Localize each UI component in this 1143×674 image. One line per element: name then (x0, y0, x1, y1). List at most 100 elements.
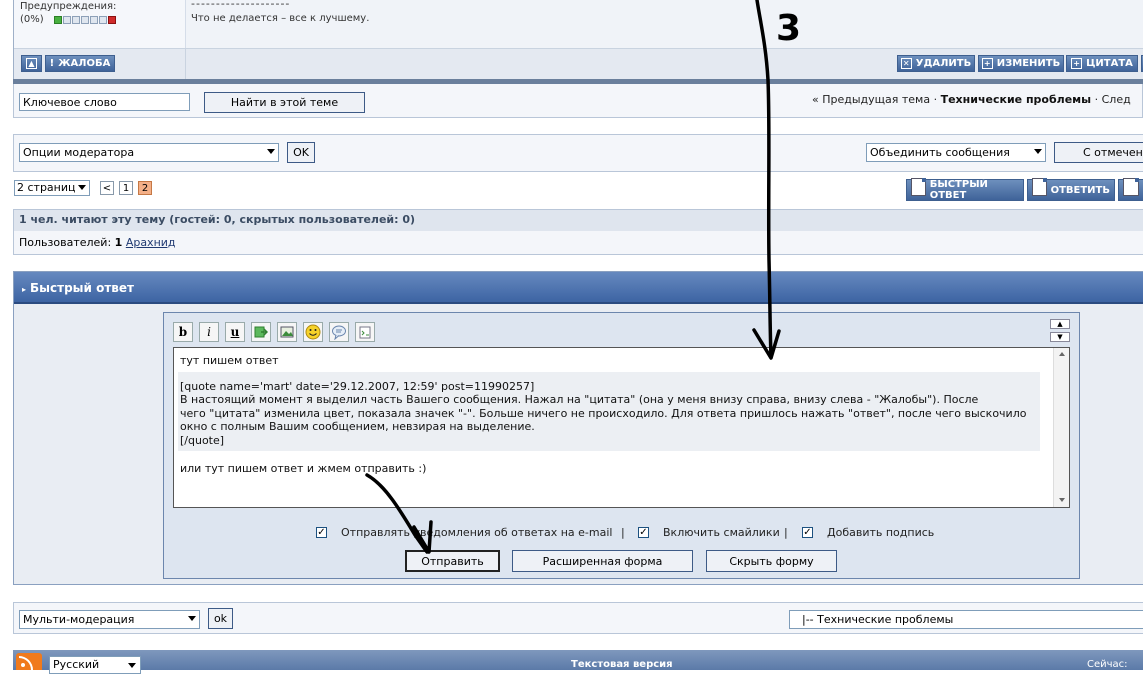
chevron-right-icon: ▸ (22, 285, 27, 294)
hide-form-button[interactable]: Скрыть форму (706, 550, 837, 572)
bold-button[interactable]: b (173, 322, 193, 342)
merge-posts-value: Объединить сообщения (870, 146, 1010, 159)
insert-image-button[interactable] (277, 322, 297, 342)
plus-icon: + (981, 58, 993, 69)
user-link[interactable]: Арахнид (126, 236, 176, 249)
warning-box (99, 16, 107, 24)
chevron-down-icon (267, 149, 275, 154)
find-in-topic-button[interactable]: Найти в этой теме (204, 92, 365, 113)
close-icon: ✕ (900, 58, 912, 69)
next-topic-link[interactable]: След (1102, 93, 1131, 106)
language-select[interactable]: Русский (49, 656, 141, 674)
warnings-percent: (0%) (20, 14, 44, 25)
enable-smilies-checkbox[interactable]: ✓ (638, 527, 649, 538)
keyword-input[interactable] (19, 93, 190, 111)
link-icon (254, 326, 268, 338)
pages-select-value: 2 страниц (17, 181, 76, 194)
merge-posts-select[interactable]: Объединить сообщения (866, 143, 1046, 162)
text-line: В настоящий момент я выделил часть Вашег… (180, 393, 979, 406)
delete-button[interactable]: ✕ УДАЛИТЬ (897, 55, 975, 72)
scroll-top-button[interactable]: ▲ (21, 55, 42, 72)
marked-button[interactable]: С отмечен (1054, 142, 1143, 163)
nav-separator: · (930, 93, 941, 106)
multi-moderation-ok-button[interactable]: ok (208, 608, 233, 629)
moderator-options-select[interactable]: Опции модератора (19, 143, 279, 162)
add-signature-label: Добавить подпись (827, 526, 935, 539)
pages-select[interactable]: 2 страниц (14, 180, 90, 196)
multi-moderation-value: Мульти-модерация (23, 613, 135, 626)
chevron-down-icon: ▼ (1057, 333, 1063, 341)
quick-reply-label: БЫСТРЫЙ ОТВЕТ (929, 179, 988, 201)
add-signature-checkbox[interactable]: ✓ (802, 527, 813, 538)
chevron-down-icon (1034, 149, 1042, 154)
document-icon (1032, 178, 1047, 196)
warning-box (90, 16, 98, 24)
active-readers-body: Пользователей: 1 Арахнид (13, 231, 1143, 255)
warning-level-bar (54, 16, 116, 24)
rss-icon[interactable] (16, 653, 42, 670)
complain-label: ЖАЛОБА (58, 58, 111, 69)
language-value: Русский (53, 658, 100, 671)
chevron-up-icon: ▲ (1057, 320, 1063, 328)
underline-button[interactable]: u (225, 322, 245, 342)
quote-button[interactable]: + ЦИТАТА (1066, 55, 1138, 72)
text-line: чего "цитата" изменила цвет, показала зн… (180, 407, 1027, 420)
shrink-editor-button[interactable]: ▼ (1050, 332, 1070, 342)
email-notify-label: Отправлять уведомления об ответах на e-m… (341, 526, 613, 539)
signature-text: Что не делается – все к лучшему. (191, 13, 370, 24)
reply-textarea[interactable]: тут пишем ответ [quote name='mart' date=… (173, 347, 1070, 508)
advanced-form-button[interactable]: Расширенная форма (512, 550, 693, 572)
scroll-up-icon[interactable] (1059, 352, 1065, 356)
moderator-ok-button[interactable]: OK (287, 142, 315, 163)
chevron-down-icon (128, 663, 136, 668)
plus-icon: + (1071, 58, 1083, 69)
speech-bubble-icon (332, 325, 346, 340)
email-notify-checkbox[interactable]: ✓ (316, 527, 327, 538)
smiley-icon (305, 324, 321, 340)
document-icon (911, 178, 926, 196)
options-separator: | (784, 526, 788, 539)
options-separator: | (621, 526, 625, 539)
multi-moderation-select[interactable]: Мульти-модерация (19, 610, 200, 629)
current-forum-link[interactable]: Технические проблемы (941, 93, 1092, 106)
edit-button[interactable]: + ИЗМЕНИТЬ (978, 55, 1064, 72)
text-version-link[interactable]: Текстовая версия (571, 659, 673, 670)
topic-navigation: « Предыдущая тема · Технические проблемы… (812, 93, 1131, 106)
chevron-down-icon (188, 616, 196, 621)
moderator-options-value: Опции модератора (23, 146, 135, 159)
insert-quote-button[interactable] (329, 322, 349, 342)
insert-smiley-button[interactable] (303, 322, 323, 342)
insert-link-button[interactable] (251, 322, 271, 342)
edit-label: ИЗМЕНИТЬ (996, 58, 1061, 69)
text-line: [quote name='mart' date='29.12.2007, 12:… (180, 380, 535, 393)
code-icon (359, 326, 371, 339)
users-count: 1 (114, 236, 123, 249)
insert-code-button[interactable] (355, 322, 375, 342)
warning-box (54, 16, 62, 24)
complain-button[interactable]: ! ЖАЛОБА (45, 55, 115, 72)
quick-reply-button[interactable]: БЫСТРЫЙ ОТВЕТ (906, 178, 1024, 201)
italic-button[interactable]: i (199, 322, 219, 342)
new-topic-button[interactable] (1118, 178, 1143, 201)
forum-jump-select[interactable]: |-- Технические проблемы (789, 610, 1143, 629)
page-2-current: 2 (138, 181, 152, 195)
page-1-link[interactable]: 1 (119, 181, 133, 195)
signature-separator: -------------------- (191, 0, 291, 10)
warning-box (63, 16, 71, 24)
current-time-label: Сейчас: (1087, 659, 1128, 670)
active-readers-heading: 1 чел. читают эту тему (гостей: 0, скрыт… (13, 209, 1143, 231)
prev-topic-link[interactable]: « Предыдущая тема (812, 93, 930, 106)
scroll-down-icon[interactable] (1059, 498, 1065, 502)
send-button[interactable]: Отправить (405, 550, 500, 572)
warnings-label: Предупреждения: (20, 1, 117, 12)
exclamation-icon: ! (49, 58, 55, 69)
quick-reply-header[interactable]: ▸ Быстрый ответ (14, 272, 1143, 304)
quick-reply-title: Быстрый ответ (30, 281, 134, 295)
image-icon (280, 326, 294, 338)
text-line: или тут пишем ответ и жмем отправить :) (180, 462, 427, 475)
enlarge-editor-button[interactable]: ▲ (1050, 319, 1070, 329)
reply-button[interactable]: ОТВЕТИТЬ (1027, 178, 1115, 201)
prev-page-button[interactable]: < (100, 181, 114, 195)
textarea-scrollbar[interactable] (1053, 348, 1069, 507)
warning-box (108, 16, 116, 24)
